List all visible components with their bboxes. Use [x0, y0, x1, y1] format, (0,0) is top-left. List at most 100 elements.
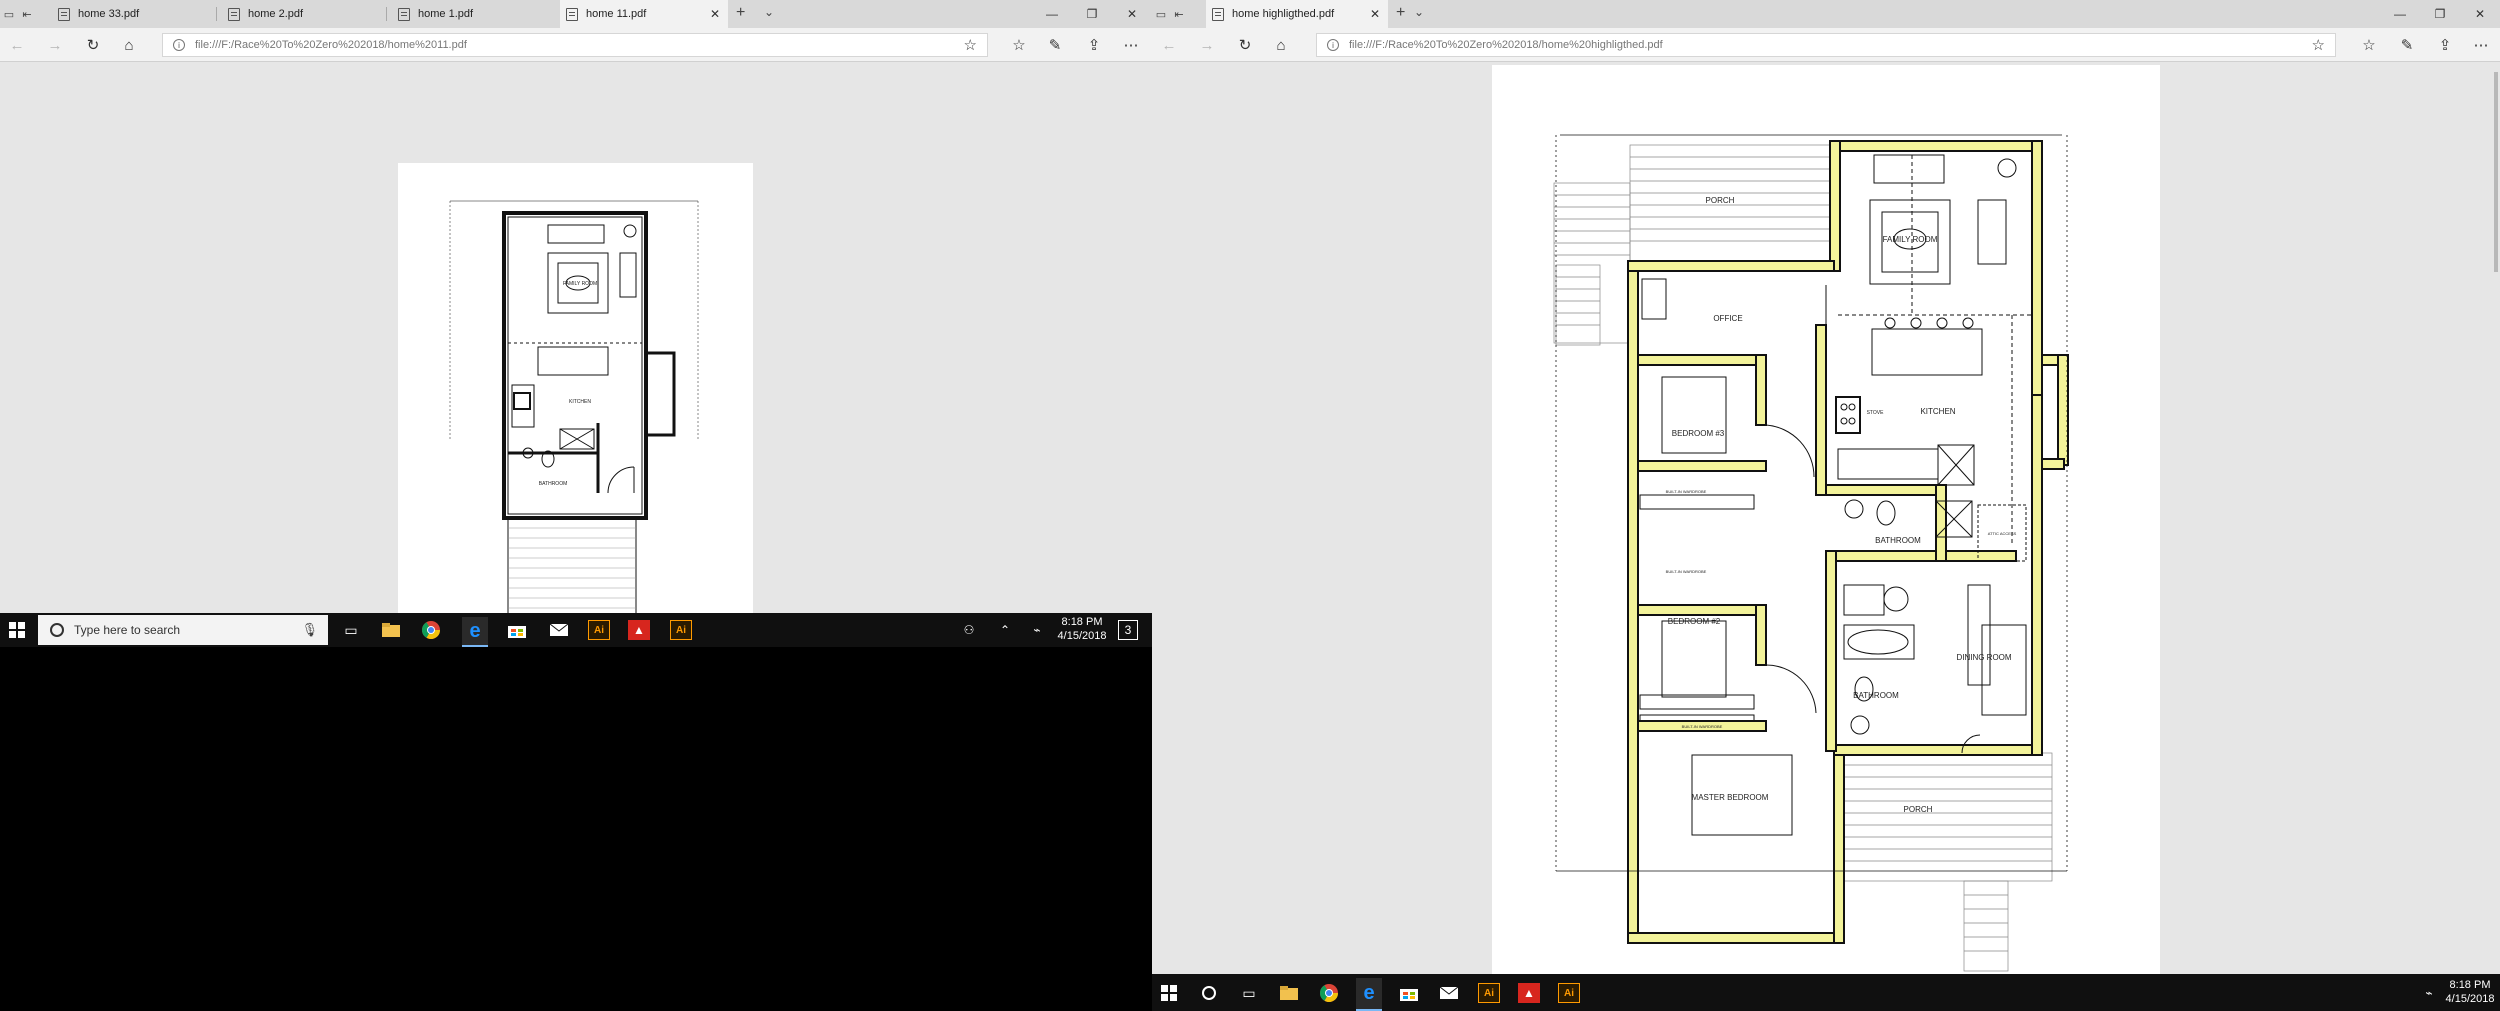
store-icon[interactable]: [506, 620, 528, 640]
clock[interactable]: 8:18 PM 4/15/2018: [2442, 978, 2498, 1006]
back-icon[interactable]: ←: [8, 36, 26, 54]
floor-plan-highlighted: PORCH FAMILY ROOM OFFICE KITCHEN STOVE B…: [1553, 134, 2069, 972]
acrobat-icon[interactable]: ▲: [1518, 983, 1540, 1003]
restore-icon[interactable]: ❐: [1072, 0, 1112, 28]
illustrator-icon[interactable]: Ai: [1478, 983, 1500, 1003]
set-aside-icon[interactable]: ⇤: [18, 0, 36, 28]
address-text: file:///F:/Race%20To%20Zero%202018/home%…: [1349, 39, 1663, 51]
illustrator-icon-2[interactable]: Ai: [670, 620, 692, 640]
favorite-star-icon[interactable]: ☆: [2312, 36, 2325, 54]
favorites-hub-icon[interactable]: ☆: [2360, 36, 2378, 54]
new-tab-icon[interactable]: +: [736, 4, 745, 22]
network-icon[interactable]: ⌁: [2420, 983, 2438, 1003]
share-icon[interactable]: ⇪: [1085, 36, 1103, 54]
back-icon[interactable]: ←: [1160, 36, 1178, 54]
room-label-porch-top: PORCH: [1706, 196, 1735, 205]
room-label-family: FAMILY ROOM: [563, 281, 597, 287]
windows-start-icon[interactable]: [6, 620, 28, 640]
action-center-icon[interactable]: 3: [1118, 620, 1138, 640]
address-bar[interactable]: i file:///F:/Race%20To%20Zero%202018/hom…: [162, 33, 988, 57]
pdf-file-icon: [566, 7, 578, 21]
pdf-viewer[interactable]: PORCH FAMILY ROOM OFFICE KITCHEN STOVE B…: [1152, 62, 2500, 974]
address-bar[interactable]: i file:///F:/Race%20To%20Zero%202018/hom…: [1316, 33, 2336, 57]
network-icon[interactable]: ⌁: [1028, 620, 1046, 640]
browser-window-left: ▭ ⇤ home 33.pdf home 2.pdf home 1.pdf ho…: [0, 0, 1152, 613]
web-note-icon[interactable]: ✎: [2398, 36, 2416, 54]
tab-home-highligthed[interactable]: home highligthed.pdf ✕: [1206, 0, 1388, 28]
pdf-page: FAMILY ROOM KITCHEN BATHROOM: [398, 163, 753, 613]
tab-preview-icon[interactable]: ▭: [0, 0, 18, 28]
window-controls: — ❐ ✕: [1032, 0, 1152, 28]
refresh-icon[interactable]: ↻: [1236, 36, 1254, 54]
file-explorer-icon[interactable]: [380, 620, 402, 640]
store-icon[interactable]: [1398, 983, 1420, 1003]
floor-plan-small: FAMILY ROOM KITCHEN BATHROOM: [449, 200, 699, 613]
share-icon[interactable]: ⇪: [2436, 36, 2454, 54]
room-label-family-room: FAMILY ROOM: [1883, 235, 1938, 244]
label-wardrobe-3: BUILT-IN WARDROBE: [1682, 724, 1723, 729]
tab-label: home 11.pdf: [586, 8, 647, 20]
chrome-icon[interactable]: [420, 620, 442, 640]
more-options-icon[interactable]: ⋯: [2472, 36, 2490, 54]
minimize-icon[interactable]: —: [2380, 0, 2420, 28]
file-explorer-icon[interactable]: [1278, 983, 1300, 1003]
room-label-kitchen: KITCHEN: [569, 399, 591, 405]
info-icon[interactable]: i: [173, 39, 185, 51]
restore-icon[interactable]: ❐: [2420, 0, 2460, 28]
vertical-scrollbar[interactable]: [2494, 72, 2498, 272]
edge-icon[interactable]: e: [462, 617, 488, 647]
forward-icon[interactable]: →: [1198, 36, 1216, 54]
label-wardrobe-1: BUILT-IN WARDROBE: [1666, 489, 1707, 494]
close-tab-icon[interactable]: ✕: [710, 7, 720, 21]
chevron-up-icon[interactable]: ⌃: [996, 620, 1014, 640]
new-tab-icon[interactable]: +: [1396, 4, 1405, 22]
address-text: file:///F:/Race%20To%20Zero%202018/home%…: [195, 39, 467, 51]
task-view-icon[interactable]: ▭: [340, 620, 362, 640]
mail-icon[interactable]: [548, 620, 570, 640]
chevron-down-icon[interactable]: ⌄: [764, 5, 774, 19]
chevron-down-icon[interactable]: ⌄: [1414, 5, 1424, 19]
clock-time: 8:18 PM: [1061, 616, 1103, 628]
web-note-icon[interactable]: ✎: [1046, 36, 1064, 54]
favorites-hub-icon[interactable]: ☆: [1010, 36, 1028, 54]
illustrator-icon-2[interactable]: Ai: [1558, 983, 1580, 1003]
people-icon[interactable]: ⚇: [960, 620, 978, 640]
refresh-icon[interactable]: ↻: [84, 36, 102, 54]
more-options-icon[interactable]: ⋯: [1122, 36, 1140, 54]
tab-label: home 1.pdf: [418, 8, 474, 20]
minimize-icon[interactable]: —: [1032, 0, 1072, 28]
room-label-bathroom: BATHROOM: [539, 481, 568, 487]
home-icon[interactable]: ⌂: [120, 36, 138, 54]
taskbar-left-area: Type here to search 🎙 ▭ e Ai ▲ Ai ⚇ ⌃ ⌁ …: [0, 613, 1152, 1011]
set-aside-icon[interactable]: ⇤: [1170, 0, 1188, 28]
home-icon[interactable]: ⌂: [1272, 36, 1290, 54]
tab-home-2[interactable]: home 2.pdf: [222, 0, 386, 28]
info-icon[interactable]: i: [1327, 39, 1339, 51]
task-view-icon[interactable]: ▭: [1238, 983, 1260, 1003]
cortana-icon[interactable]: [1198, 983, 1220, 1003]
tab-home-33[interactable]: home 33.pdf: [52, 0, 216, 28]
room-label-kitchen: KITCHEN: [1920, 407, 1955, 416]
room-label-bedroom-3: BEDROOM #3: [1672, 429, 1725, 438]
forward-icon[interactable]: →: [46, 36, 64, 54]
tab-home-11[interactable]: home 11.pdf ✕: [560, 0, 728, 28]
windows-start-icon[interactable]: [1158, 983, 1180, 1003]
tab-home-1[interactable]: home 1.pdf: [392, 0, 556, 28]
close-tab-icon[interactable]: ✕: [1370, 7, 1380, 21]
mail-icon[interactable]: [1438, 983, 1460, 1003]
microphone-icon[interactable]: 🎙: [301, 622, 318, 638]
close-window-icon[interactable]: ✕: [1112, 0, 1152, 28]
edge-icon[interactable]: e: [1356, 978, 1382, 1011]
chrome-icon[interactable]: [1318, 983, 1340, 1003]
illustrator-icon[interactable]: Ai: [588, 620, 610, 640]
clock-date: 4/15/2018: [2445, 993, 2495, 1005]
pdf-page: PORCH FAMILY ROOM OFFICE KITCHEN STOVE B…: [1492, 65, 2160, 974]
room-label-bedroom-2: BEDROOM #2: [1668, 617, 1721, 626]
tab-preview-icon[interactable]: ▭: [1152, 0, 1170, 28]
favorite-star-icon[interactable]: ☆: [964, 36, 977, 54]
acrobat-icon[interactable]: ▲: [628, 620, 650, 640]
pdf-viewer[interactable]: FAMILY ROOM KITCHEN BATHROOM: [0, 62, 1152, 613]
taskbar-search-box[interactable]: Type here to search 🎙: [38, 615, 328, 645]
clock[interactable]: 8:18 PM 4/15/2018: [1054, 615, 1110, 643]
close-window-icon[interactable]: ✕: [2460, 0, 2500, 28]
